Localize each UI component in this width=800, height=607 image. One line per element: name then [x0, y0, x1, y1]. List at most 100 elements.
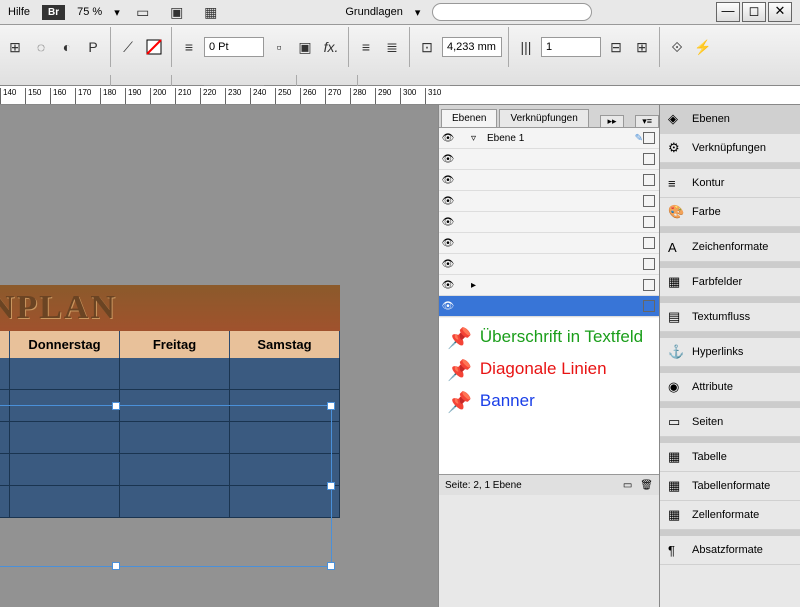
search-input[interactable]	[432, 3, 592, 21]
select-square[interactable]	[643, 258, 655, 270]
width-field[interactable]: 4,233 mm	[442, 37, 502, 57]
visibility-icon[interactable]: 👁	[439, 196, 457, 207]
side-panel-dock: ◈Ebenen⚙Verknüpfungen ≡Kontur🎨Farbe AZeich…	[659, 105, 800, 607]
arrange-icon[interactable]: ▦	[200, 1, 222, 23]
visibility-icon[interactable]: 👁	[439, 175, 457, 186]
select-square[interactable]	[643, 195, 655, 207]
panel-icon: ⚙	[668, 140, 684, 156]
panel-button[interactable]: ▭Seiten	[660, 408, 800, 437]
tab-ebenen[interactable]: Ebenen	[441, 109, 497, 127]
align-icon[interactable]: ≡	[355, 36, 377, 58]
visibility-icon[interactable]: 👁	[439, 154, 457, 165]
tool-icon[interactable]: ▣	[294, 36, 316, 58]
panel-button[interactable]: ◈Ebenen	[660, 105, 800, 134]
layer-row[interactable]: 👁▸	[439, 275, 659, 296]
menu-hilfe[interactable]: Hilfe	[8, 6, 30, 18]
panel-button[interactable]: AZeichenformate	[660, 233, 800, 262]
tool-icon[interactable]: ⊞	[631, 36, 653, 58]
tool-icon[interactable]: ⟋	[117, 36, 139, 58]
horizontal-ruler: 1401501601701801902002102202302402502602…	[0, 86, 800, 105]
layers-panel: Ebenen Verknüpfungen ▸▸ ▾≡ 👁▿Ebene 1✎👁👁👁…	[438, 105, 659, 607]
panel-button[interactable]: 🎨Farbe	[660, 198, 800, 227]
stroke-weight-field[interactable]: 0 Pt	[204, 37, 264, 57]
select-square[interactable]	[643, 153, 655, 165]
tool-icon[interactable]: ▫	[268, 36, 290, 58]
panel-button[interactable]: ▦Zellenformate	[660, 501, 800, 530]
new-layer-icon[interactable]: ▭	[623, 480, 632, 491]
visibility-icon[interactable]: 👁	[439, 280, 457, 291]
workspace-dropdown[interactable]: Grundlagen	[345, 6, 403, 18]
day-header: Freitag	[120, 331, 230, 358]
pen-icon: ✎	[635, 133, 643, 144]
tool-icon[interactable]: ⊟	[605, 36, 627, 58]
panel-button[interactable]: ▤Textumfluss	[660, 303, 800, 332]
canvas[interactable]: NDENPLAN MittwochDonnerstagFreitagSamsta…	[0, 105, 438, 607]
zoom-level[interactable]: 75 %	[77, 6, 102, 18]
columns-icon[interactable]: |||	[515, 36, 537, 58]
tool-icon[interactable]: ⟐	[666, 36, 688, 58]
visibility-icon[interactable]: 👁	[439, 217, 457, 228]
menubar: Hilfe Br 75 % ▾ ▭ ▣ ▦ Grundlagen ▾ — ◻ ✕	[0, 0, 800, 25]
stroke-weight-icon: ≡	[178, 36, 200, 58]
panel-menu-icon[interactable]: ▾≡	[635, 115, 659, 127]
tool-icon[interactable]: P	[82, 36, 104, 58]
visibility-icon[interactable]: 👁	[439, 238, 457, 249]
select-square[interactable]	[643, 279, 655, 291]
layer-row[interactable]: 👁	[439, 254, 659, 275]
select-square[interactable]	[643, 132, 655, 144]
view-mode-icon[interactable]: ▭	[132, 1, 154, 23]
panel-button[interactable]: ⚙Verknüpfungen	[660, 134, 800, 163]
panel-icon: ¶	[668, 543, 684, 558]
layer-row[interactable]: 👁	[439, 149, 659, 170]
num-field[interactable]: 1	[541, 37, 601, 57]
select-square[interactable]	[643, 216, 655, 228]
panel-icon: ◉	[668, 379, 684, 395]
panel-icon: ▦	[668, 449, 684, 465]
trash-icon[interactable]: 🗑	[640, 480, 653, 491]
visibility-icon[interactable]: 👁	[439, 301, 457, 312]
tool-icon[interactable]: ⊞	[4, 36, 26, 58]
banner-title: NDENPLAN	[0, 285, 340, 331]
chevron-down-icon[interactable]: ▾	[415, 6, 421, 19]
panel-button[interactable]: ◉Attribute	[660, 373, 800, 402]
fx-icon[interactable]: fx.	[320, 36, 342, 58]
document: NDENPLAN MittwochDonnerstagFreitagSamsta…	[0, 285, 340, 518]
visibility-icon[interactable]: 👁	[439, 259, 457, 270]
layer-row[interactable]: 👁	[439, 212, 659, 233]
bridge-icon[interactable]: Br	[42, 5, 65, 20]
layer-row[interactable]: 👁	[439, 191, 659, 212]
minimize-button[interactable]: —	[716, 2, 740, 22]
maximize-button[interactable]: ◻	[742, 2, 766, 22]
crop-icon[interactable]: ⊡	[416, 36, 438, 58]
annotation-text: Überschrift in Textfeld	[480, 326, 643, 348]
tool-icon[interactable]: ◐	[56, 36, 78, 58]
select-square[interactable]	[643, 174, 655, 186]
select-square[interactable]	[643, 300, 655, 312]
chevron-down-icon[interactable]: ▾	[114, 6, 120, 19]
panel-collapse-icon[interactable]: ▸▸	[600, 115, 623, 127]
tab-verknuepfungen[interactable]: Verknüpfungen	[499, 109, 588, 127]
tool-icon[interactable]: ◌	[30, 36, 52, 58]
panel-button[interactable]: ⚓Hyperlinks	[660, 338, 800, 367]
bolt-icon[interactable]: ⚡	[692, 36, 714, 58]
layer-row[interactable]: 👁▿Ebene 1✎	[439, 128, 659, 149]
layer-row[interactable]: 👁	[439, 233, 659, 254]
visibility-icon[interactable]: 👁	[439, 133, 457, 144]
select-square[interactable]	[643, 237, 655, 249]
panel-status: Seite: 2, 1 Ebene ▭ 🗑	[439, 474, 659, 495]
screen-mode-icon[interactable]: ▣	[166, 1, 188, 23]
panel-button[interactable]: ▦Tabelle	[660, 443, 800, 472]
panel-button[interactable]: ▦Farbfelder	[660, 268, 800, 297]
annotation-text: Banner	[480, 390, 535, 412]
layer-row[interactable]: 👁	[439, 170, 659, 191]
no-stroke-icon[interactable]	[143, 36, 165, 58]
panel-icon: ▦	[668, 478, 684, 494]
pushpin-icon: 📌	[447, 326, 472, 352]
panel-button[interactable]: ¶Absatzformate	[660, 536, 800, 565]
panel-button[interactable]: ≡Kontur	[660, 169, 800, 198]
layer-row[interactable]: 👁	[439, 296, 659, 317]
align-icon[interactable]: ≣	[381, 36, 403, 58]
panel-button[interactable]: ▦Tabellenformate	[660, 472, 800, 501]
close-button[interactable]: ✕	[768, 2, 792, 22]
panel-icon: ▦	[668, 507, 684, 523]
